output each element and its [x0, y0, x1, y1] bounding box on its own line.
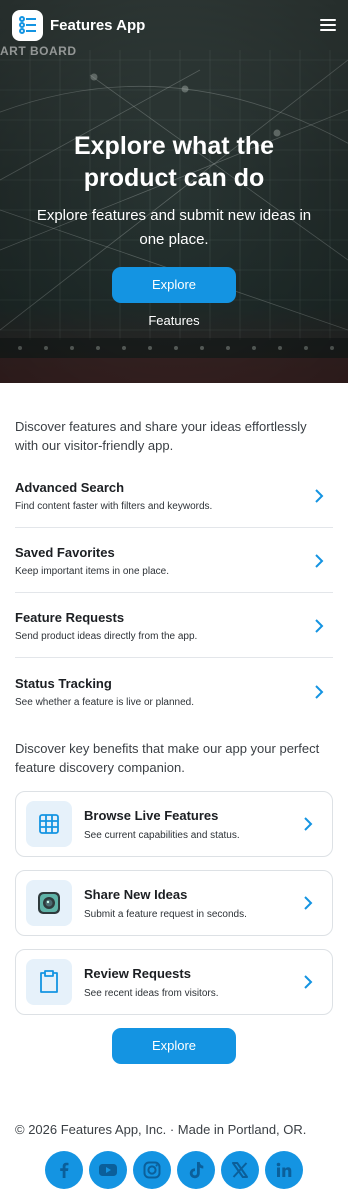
top-navigation: Features App — [0, 0, 348, 50]
card-share-new-ideas[interactable]: Share New Ideas Submit a feature request… — [15, 870, 333, 936]
hero-content: Explore what the product can do Explore … — [0, 130, 348, 330]
instagram-icon[interactable] — [133, 1151, 171, 1189]
explore-features-button[interactable]: Explore Features — [112, 1028, 236, 1089]
chevron-right-icon[interactable] — [300, 974, 316, 990]
main-content: Discover features and share your ideas e… — [0, 417, 348, 1189]
feature-desc: Send product ideas directly from the app… — [15, 631, 198, 642]
hamburger-icon[interactable] — [320, 18, 336, 32]
chevron-right-icon[interactable] — [311, 684, 327, 700]
feature-desc: See whether a feature is live or planned… — [15, 696, 194, 708]
chevron-right-icon[interactable] — [311, 553, 327, 569]
cta-section: Explore Features — [15, 1028, 333, 1091]
feature-item-advanced-search[interactable]: Advanced Search Find content faster with… — [15, 463, 333, 528]
brand-name[interactable]: Features App — [50, 17, 145, 34]
chevron-right-icon[interactable] — [311, 488, 327, 504]
card-desc: See current capabilities and status. — [84, 829, 240, 841]
social-links — [15, 1151, 333, 1189]
facebook-icon[interactable] — [45, 1151, 83, 1189]
feature-item-feature-requests[interactable]: Feature Requests Send product ideas dire… — [15, 593, 333, 658]
feature-title: Status Tracking — [15, 675, 112, 691]
card-title: Review Requests — [84, 965, 191, 981]
x-icon[interactable] — [221, 1151, 259, 1189]
card-title: Browse Live Features — [84, 807, 219, 823]
feature-item-saved-favorites[interactable]: Saved Favorites Keep important items in … — [15, 528, 333, 593]
features-intro: Discover features and share your ideas e… — [15, 419, 307, 453]
chevron-right-icon[interactable] — [311, 618, 327, 634]
card-review-requests[interactable]: Review Requests See recent ideas from vi… — [15, 949, 333, 1015]
chevron-right-icon[interactable] — [300, 895, 316, 911]
feature-list: Advanced Search Find content faster with… — [15, 463, 333, 723]
card-desc: See recent ideas from visitors. — [84, 987, 219, 999]
card-browse-live-features[interactable]: Browse Live Features See current capabil… — [15, 791, 333, 857]
clipboard-icon — [26, 959, 72, 1005]
tiktok-icon[interactable] — [177, 1151, 215, 1189]
hero-explore-button[interactable]: Explore Features — [112, 267, 236, 328]
feature-desc: Keep important items in one place. — [15, 566, 169, 577]
feature-item-status-tracking[interactable]: Status Tracking See whether a feature is… — [15, 658, 333, 723]
card-title: Share New Ideas — [84, 886, 188, 902]
linkedin-icon[interactable] — [265, 1151, 303, 1189]
hero-title: Explore what the product can do — [73, 132, 275, 192]
feature-title: Feature Requests — [15, 610, 125, 625]
benefits-intro: Discover key benefits that make our app … — [15, 741, 320, 775]
footer-copyright: © 2026 Features App, Inc. · Made in Port… — [15, 1122, 307, 1137]
feature-title: Saved Favorites — [15, 545, 115, 560]
camera-icon — [26, 880, 72, 926]
youtube-icon[interactable] — [89, 1151, 127, 1189]
feature-desc: Find content faster with filters and key… — [15, 501, 213, 512]
grid-icon — [26, 801, 72, 847]
list-icon[interactable] — [12, 9, 43, 41]
feature-title: Advanced Search — [15, 480, 125, 495]
hero-subtitle: Explore features and submit new ideas in… — [36, 207, 312, 248]
card-desc: Submit a feature request in seconds. — [84, 908, 247, 920]
hero-section: ART BOARD Features App Explore what the … — [0, 0, 348, 383]
chevron-right-icon[interactable] — [300, 816, 316, 832]
